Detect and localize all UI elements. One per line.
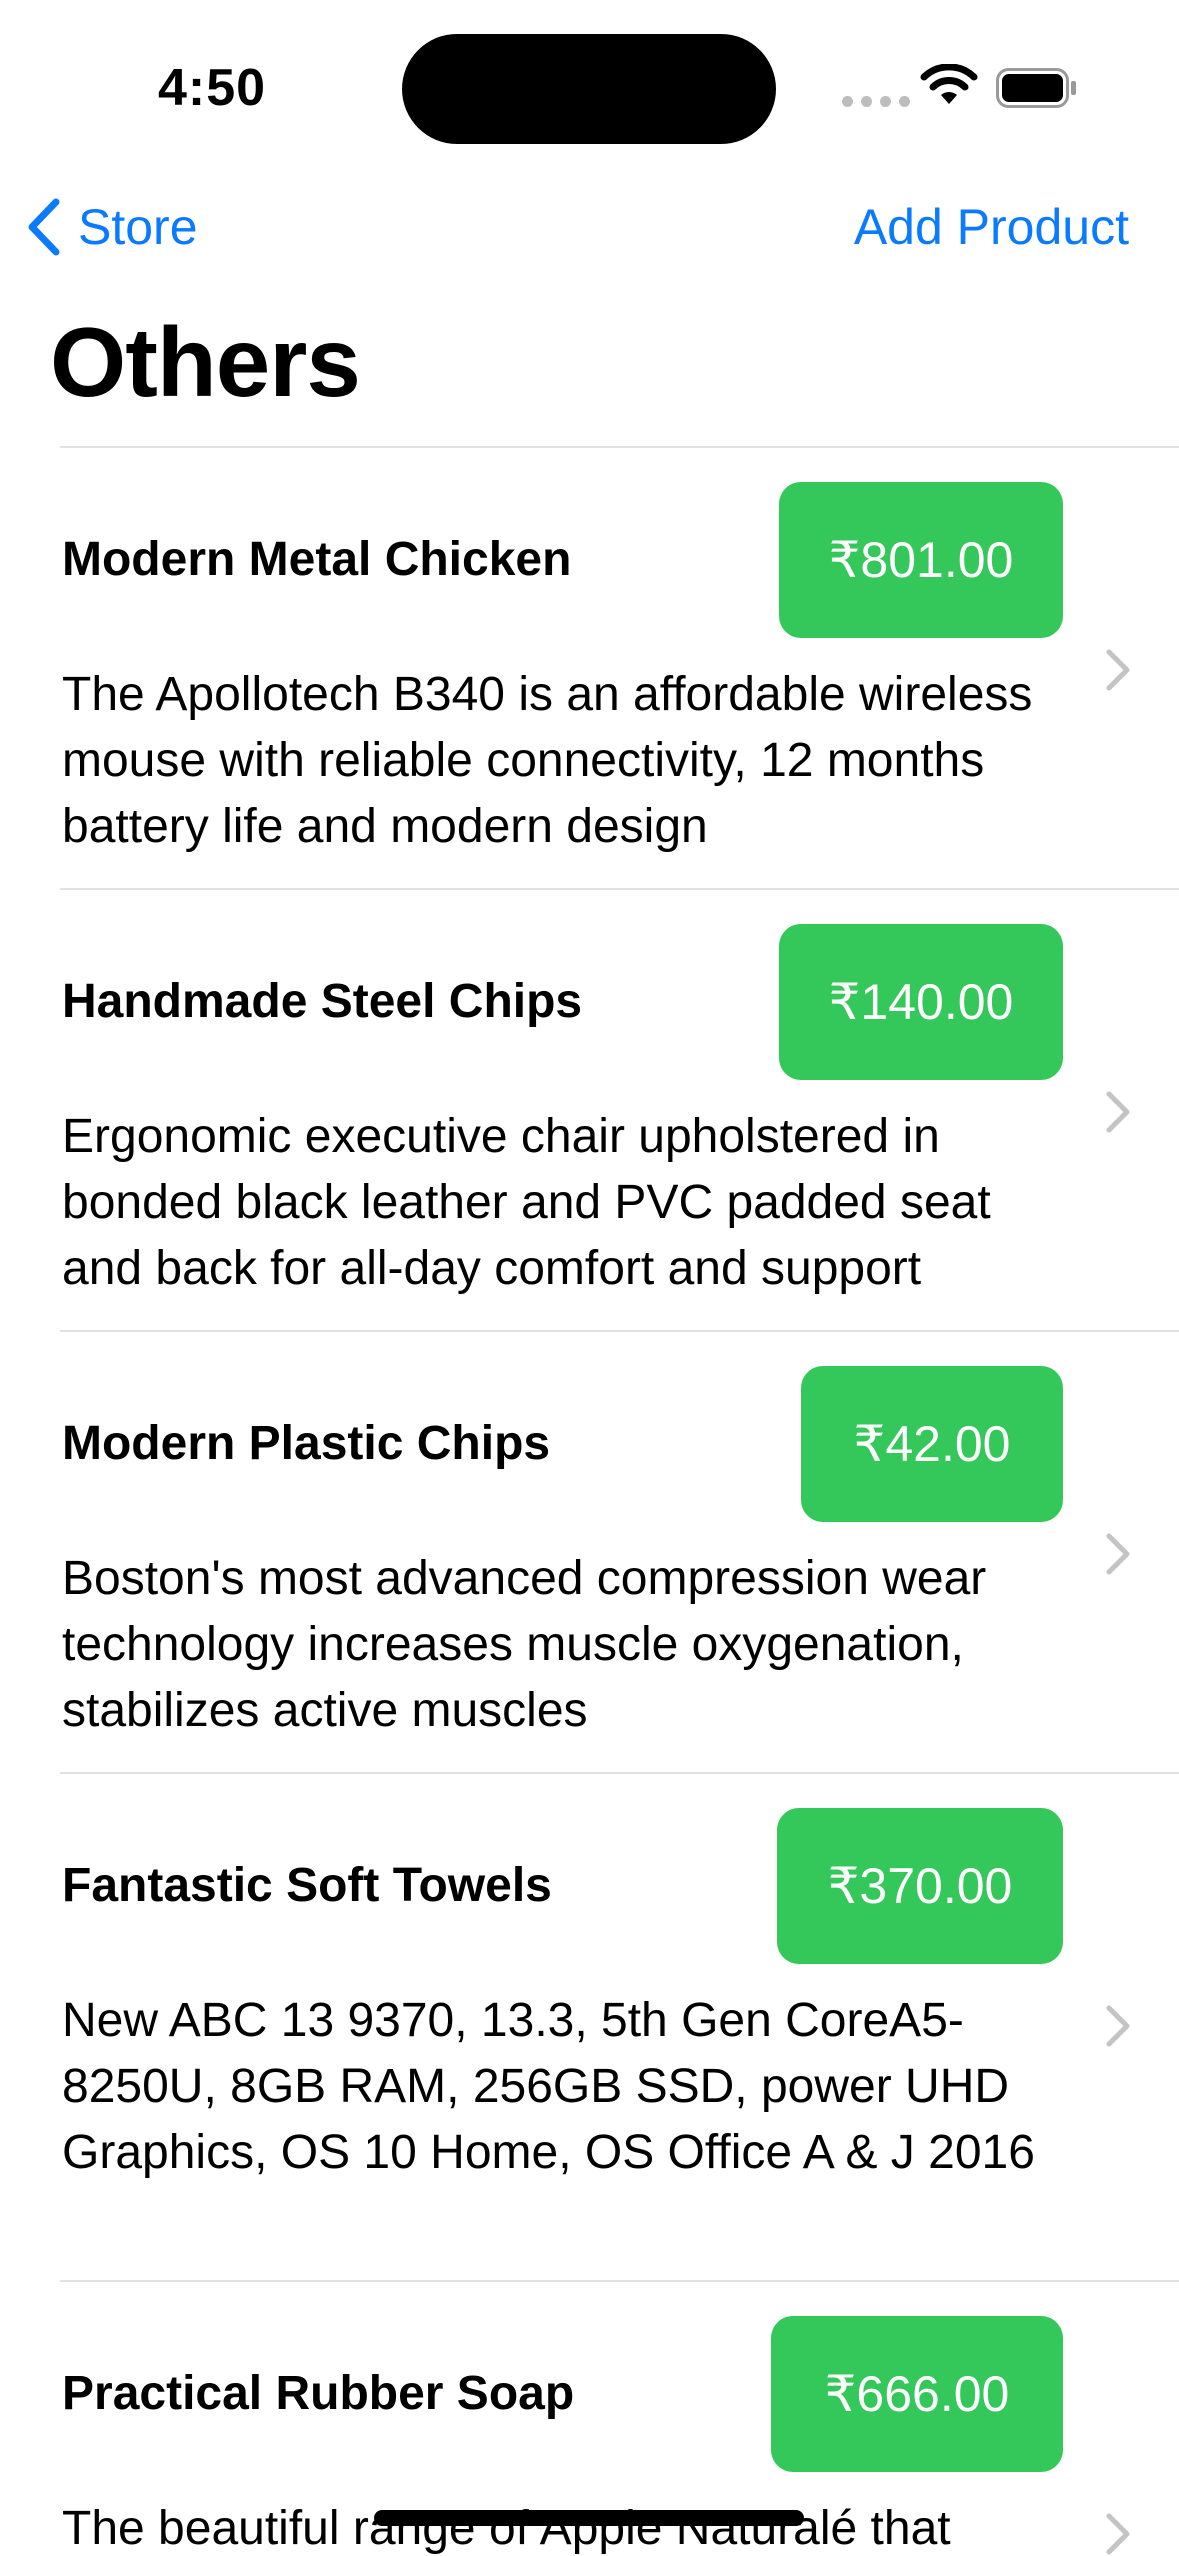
battery-icon (996, 68, 1076, 108)
product-description: New ABC 13 9370, 13.3, 5th Gen CoreA5-82… (62, 1994, 1035, 2179)
wifi-icon (920, 64, 978, 104)
product-name: Handmade Steel Chips (62, 975, 583, 1028)
chevron-left-icon (28, 198, 60, 256)
price-badge: ₹42.00 (801, 1366, 1063, 1522)
product-name: Modern Plastic Chips (62, 1417, 551, 1470)
product-description: The Apollotech B340 is an affordable wir… (62, 668, 1033, 853)
dynamic-island (402, 34, 776, 144)
price-badge: ₹140.00 (779, 924, 1063, 1080)
back-button[interactable]: Store (24, 196, 198, 258)
status-bar: 4:50 (0, 0, 1179, 170)
price-badge: ₹801.00 (779, 482, 1063, 638)
product-row[interactable]: Modern Metal Chicken ₹801.00 The Apollot… (0, 448, 1179, 888)
price-badge: ₹666.00 (771, 2316, 1063, 2472)
product-description: Boston's most advanced compression wear … (62, 1552, 987, 1737)
product-row[interactable]: Fantastic Soft Towels ₹370.00 New ABC 13… (0, 1774, 1179, 2280)
cellular-signal-icon (842, 96, 910, 107)
home-indicator[interactable] (374, 2510, 804, 2526)
chevron-right-icon (1106, 649, 1130, 691)
product-name: Modern Metal Chicken (62, 533, 572, 586)
product-row[interactable]: Modern Plastic Chips ₹42.00 Boston's mos… (0, 1332, 1179, 1772)
product-name: Fantastic Soft Towels (62, 1859, 552, 1912)
status-time: 4:50 (158, 59, 267, 117)
chevron-right-icon (1106, 2513, 1130, 2555)
chevron-right-icon (1106, 1533, 1130, 1575)
chevron-right-icon (1106, 1091, 1130, 1133)
page-title: Others (50, 307, 361, 417)
add-product-button[interactable]: Add Product (854, 198, 1129, 256)
price-badge: ₹370.00 (777, 1808, 1063, 1964)
product-description: Ergonomic executive chair upholstered in… (62, 1110, 991, 1295)
chevron-right-icon (1106, 2005, 1130, 2047)
product-row[interactable]: Handmade Steel Chips ₹140.00 Ergonomic e… (0, 890, 1179, 1330)
product-name: Practical Rubber Soap (62, 2367, 575, 2420)
product-description: The beautiful range of Apple Naturalé th… (62, 2502, 951, 2555)
back-button-label: Store (78, 199, 198, 255)
product-list: Modern Metal Chicken ₹801.00 The Apollot… (0, 446, 1179, 2556)
